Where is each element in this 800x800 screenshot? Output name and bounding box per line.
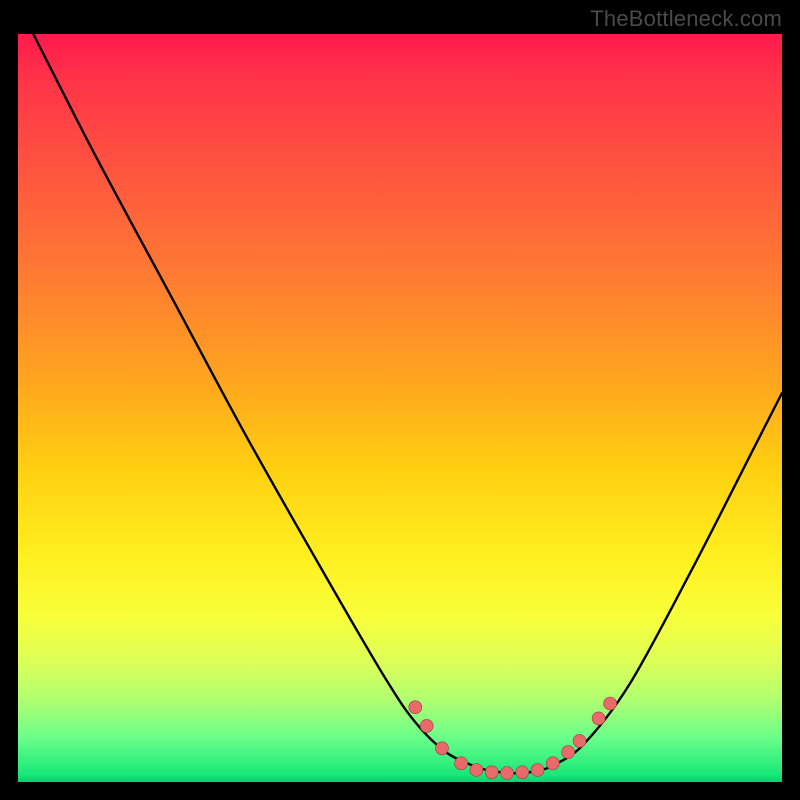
curve-marker-dot bbox=[573, 734, 586, 747]
curve-marker-dot bbox=[409, 701, 422, 714]
curve-marker-dot bbox=[455, 757, 468, 770]
curve-marker-dot bbox=[531, 764, 544, 777]
curve-marker-dot bbox=[562, 746, 575, 759]
curve-marker-dot bbox=[592, 712, 605, 725]
watermark-text: TheBottleneck.com bbox=[590, 6, 782, 32]
curve-markers bbox=[409, 697, 617, 780]
chart-svg bbox=[18, 34, 782, 782]
curve-marker-dot bbox=[485, 766, 498, 779]
curve-marker-dot bbox=[420, 719, 433, 732]
plot-frame bbox=[18, 34, 782, 782]
curve-marker-dot bbox=[436, 742, 449, 755]
curve-marker-dot bbox=[501, 767, 514, 780]
curve-marker-dot bbox=[470, 764, 483, 777]
curve-marker-dot bbox=[516, 766, 529, 779]
bottleneck-curve bbox=[33, 34, 782, 773]
curve-marker-dot bbox=[604, 697, 617, 710]
curve-marker-dot bbox=[546, 757, 559, 770]
